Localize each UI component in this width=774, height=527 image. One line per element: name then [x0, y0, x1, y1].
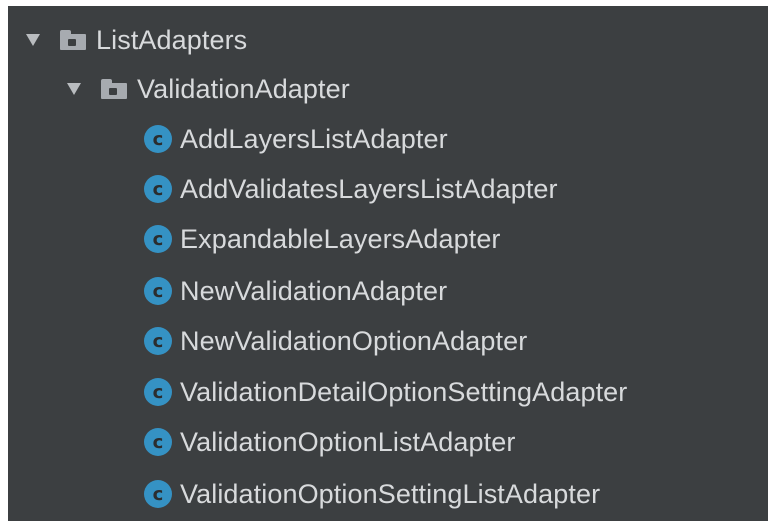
class-icon: c [144, 378, 172, 406]
class-icon: c [144, 175, 172, 203]
tree-node-listadapters[interactable]: ListAdapters [26, 18, 247, 62]
class-label: ExpandableLayersAdapter [180, 223, 501, 254]
tree-item-class[interactable]: c ValidationDetailOptionSettingAdapter [144, 370, 627, 414]
class-label: NewValidationAdapter [180, 275, 448, 306]
class-label: ValidationOptionSettingListAdapter [180, 478, 601, 509]
project-tree-panel: ListAdapters ValidationAdapter c AddLaye… [8, 6, 768, 521]
class-icon: c [144, 277, 172, 305]
class-label: NewValidationOptionAdapter [180, 325, 528, 356]
class-icon: c [144, 125, 172, 153]
tree-item-class[interactable]: c ValidationOptionSettingListAdapter [144, 472, 600, 516]
folder-icon [101, 79, 127, 99]
class-icon: c [144, 428, 172, 456]
class-label: ValidationDetailOptionSettingAdapter [180, 376, 628, 407]
tree-item-class[interactable]: c AddValidatesLayersListAdapter [144, 167, 558, 211]
class-icon: c [144, 327, 172, 355]
class-icon: c [144, 225, 172, 253]
folder-icon [60, 30, 86, 50]
class-label: AddLayersListAdapter [180, 123, 448, 154]
tree-node-validationadapter[interactable]: ValidationAdapter [67, 67, 350, 111]
tree-item-class[interactable]: c NewValidationAdapter [144, 269, 447, 313]
expand-arrow-icon[interactable] [67, 83, 81, 95]
tree-node-label: ValidationAdapter [137, 73, 350, 104]
class-icon: c [144, 480, 172, 508]
class-label: ValidationOptionListAdapter [180, 426, 516, 457]
class-label: AddValidatesLayersListAdapter [180, 173, 558, 204]
tree-item-class[interactable]: c NewValidationOptionAdapter [144, 319, 527, 363]
tree-item-class[interactable]: c ValidationOptionListAdapter [144, 420, 515, 464]
expand-arrow-icon[interactable] [26, 34, 40, 46]
tree-node-label: ListAdapters [96, 24, 248, 55]
tree-item-class[interactable]: c AddLayersListAdapter [144, 117, 448, 161]
tree-item-class[interactable]: c ExpandableLayersAdapter [144, 217, 501, 261]
